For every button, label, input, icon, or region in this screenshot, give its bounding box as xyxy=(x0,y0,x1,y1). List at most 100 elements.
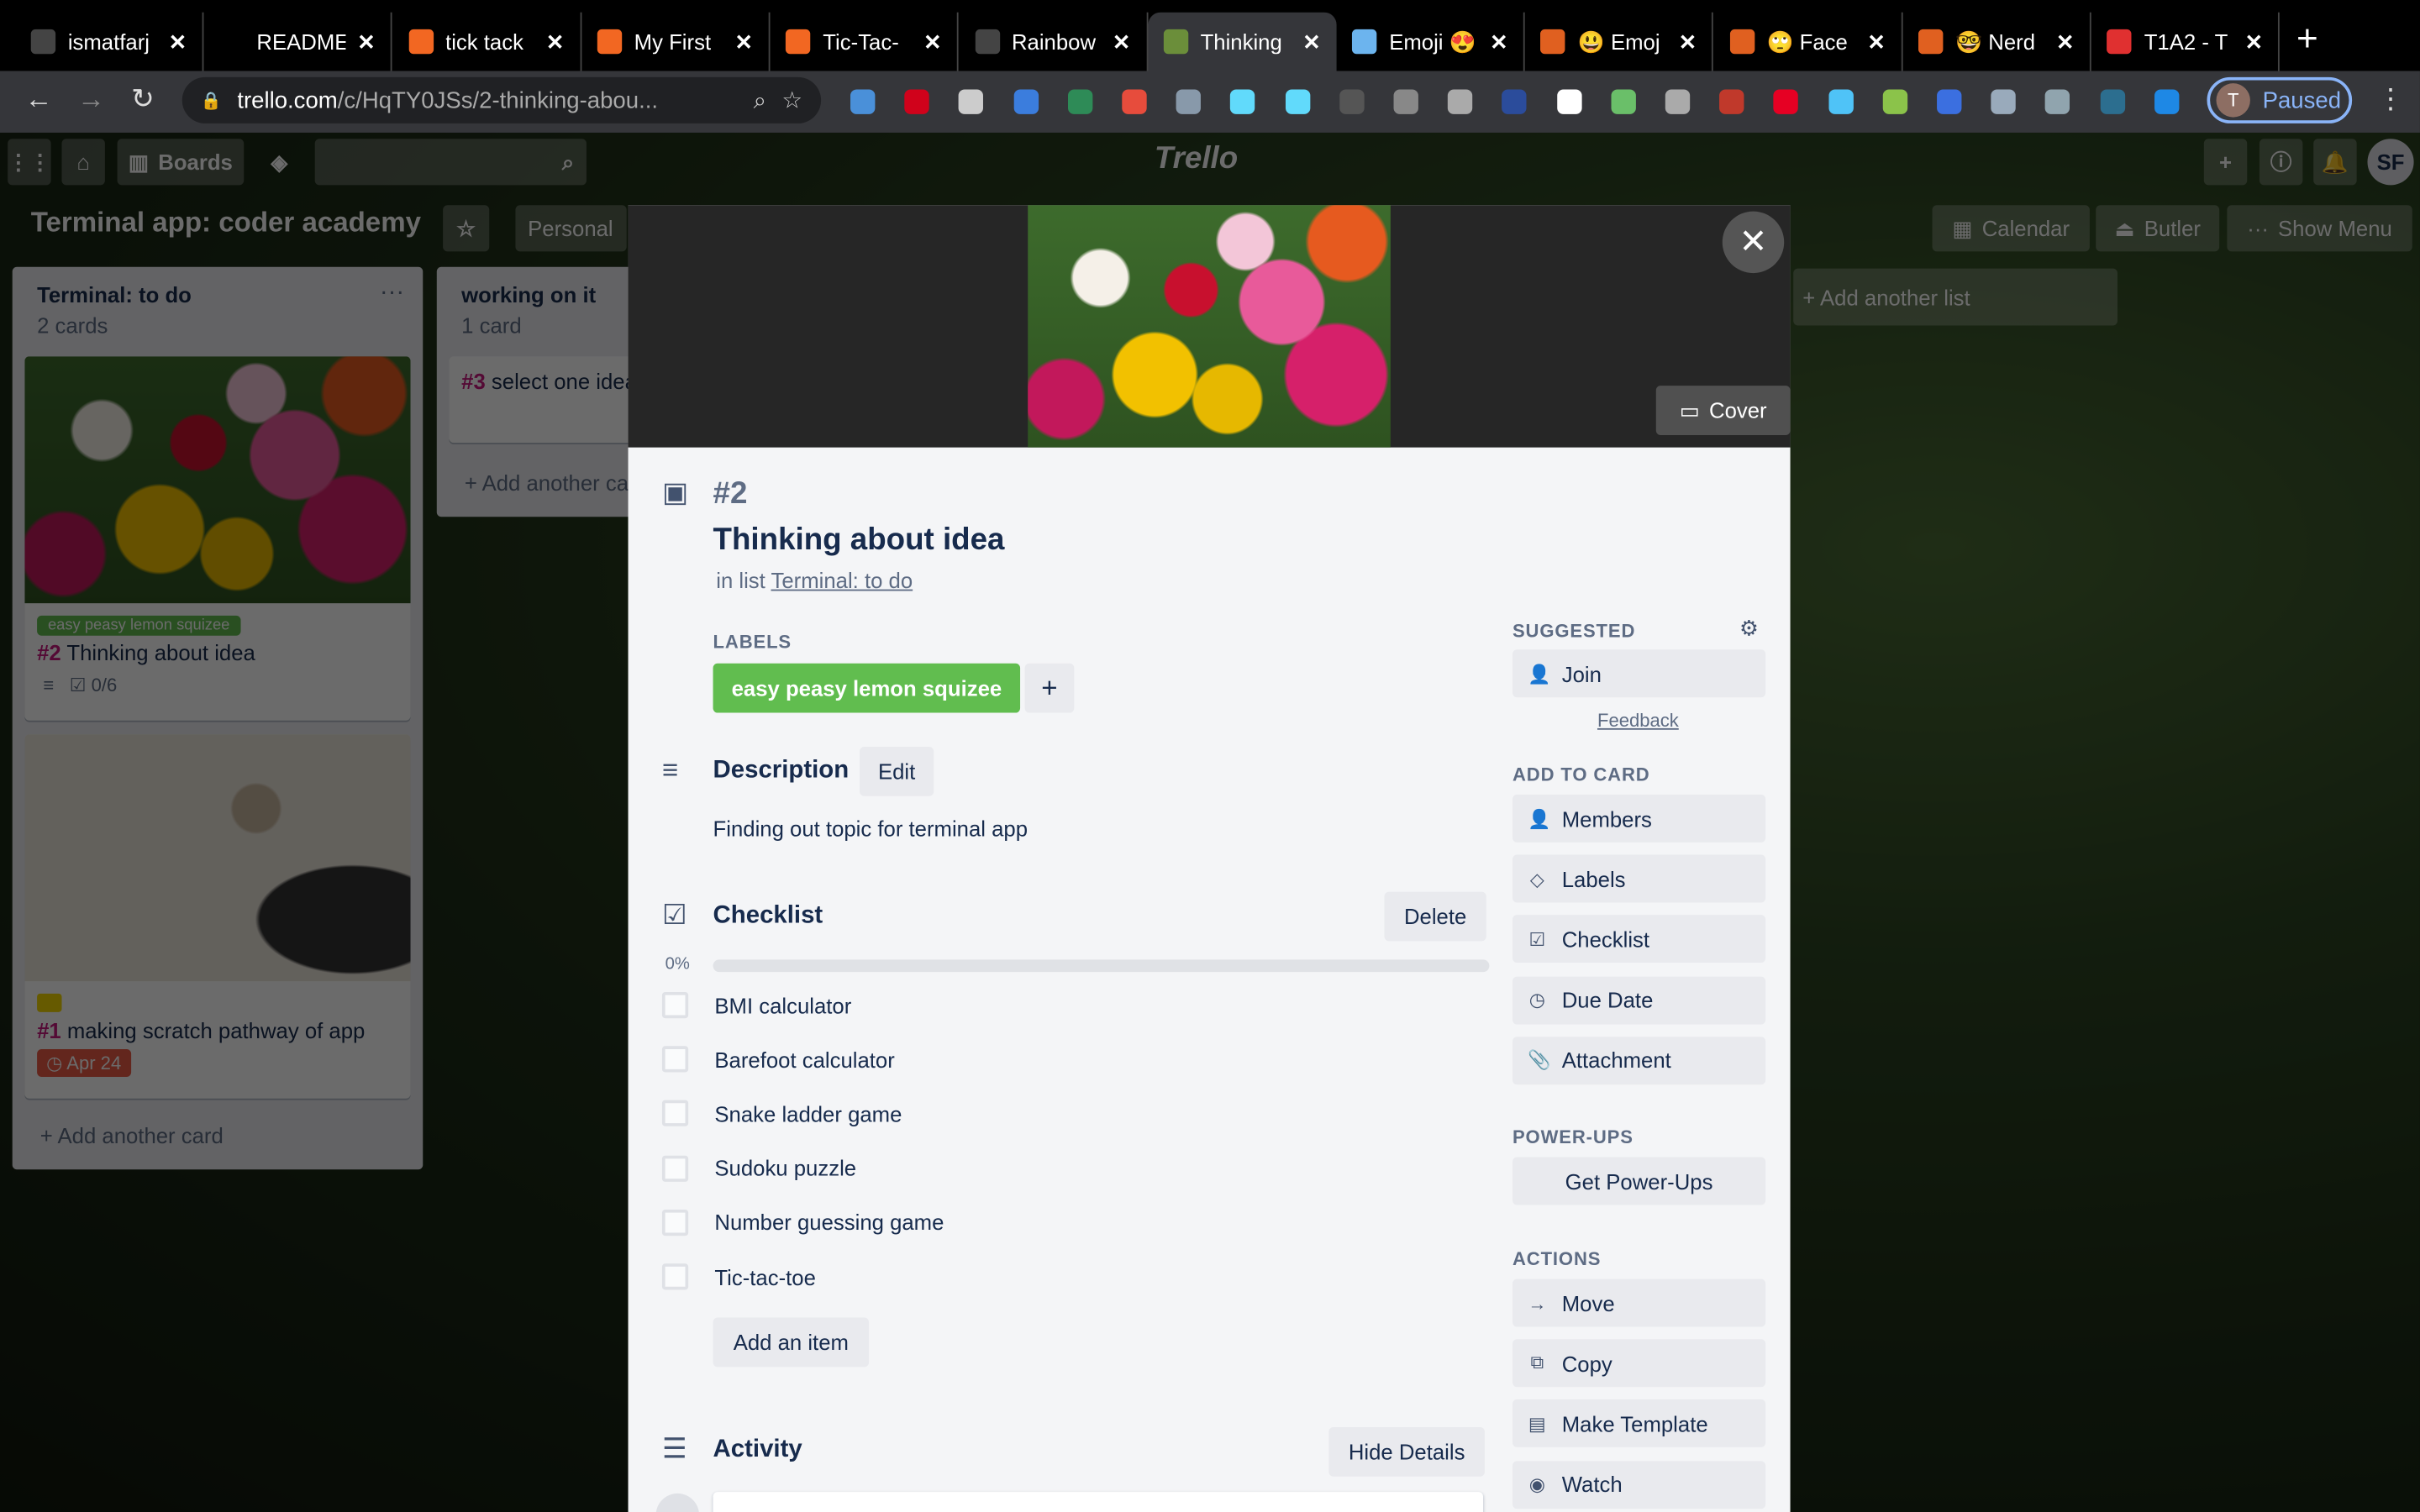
extension-icon[interactable] xyxy=(1176,89,1202,114)
browser-tab[interactable]: Rainbow ✕ xyxy=(960,12,1148,71)
bookmark-star-icon[interactable]: ☆ xyxy=(781,87,802,114)
delete-checklist-button[interactable]: Delete xyxy=(1384,891,1486,942)
checklist-item[interactable]: Tic-tac-toe xyxy=(661,1263,816,1290)
close-tab-icon[interactable]: ✕ xyxy=(1113,29,1131,55)
member-avatar[interactable]: SF xyxy=(2367,139,2414,186)
list-title[interactable]: Terminal: to do xyxy=(13,267,424,307)
browser-tab[interactable]: README ✕ xyxy=(204,12,393,71)
browser-tab[interactable]: T1A2 - T ✕ xyxy=(2091,12,2281,71)
card-1[interactable]: #1 making scratch pathway of app ◷ Apr 2… xyxy=(24,734,411,1099)
list-link[interactable]: Terminal: to do xyxy=(771,568,913,592)
apps-icon[interactable]: ⋮⋮ xyxy=(8,139,51,186)
close-tab-icon[interactable]: ✕ xyxy=(1490,29,1508,55)
extension-icon[interactable] xyxy=(1230,89,1255,114)
extension-icon[interactable] xyxy=(1502,89,1528,114)
visibility-button[interactable]: Personal xyxy=(515,205,627,252)
checkbox[interactable] xyxy=(661,991,689,1019)
card-2[interactable]: easy peasy lemon squizee #2 Thinking abo… xyxy=(24,356,411,721)
extension-icon[interactable] xyxy=(1828,89,1854,114)
close-tab-icon[interactable]: ✕ xyxy=(735,29,754,55)
extension-icon[interactable] xyxy=(2100,89,2125,114)
zoom-icon[interactable]: ⌕ xyxy=(754,87,766,113)
close-tab-icon[interactable]: ✕ xyxy=(2245,29,2264,55)
sidebar-attachment-button[interactable]: 📎 Attachment xyxy=(1512,1036,1766,1084)
get-power-ups-button[interactable]: Get Power-Ups xyxy=(1512,1157,1766,1205)
extension-icon[interactable] xyxy=(1448,89,1473,114)
checklist-item[interactable]: Snake ladder game xyxy=(661,1100,902,1127)
sidebar-labels-button[interactable]: ◇ Labels xyxy=(1512,854,1766,903)
checkbox[interactable] xyxy=(661,1263,689,1290)
card-title[interactable]: Thinking about idea xyxy=(713,523,1005,559)
menu-icon[interactable]: ⋮ xyxy=(2377,83,2405,116)
sidebar-due-date-button[interactable]: ◷ Due Date xyxy=(1512,975,1766,1024)
sidebar-move-button[interactable]: → Move xyxy=(1512,1278,1766,1327)
extension-icon[interactable] xyxy=(1937,89,1962,114)
forward-icon[interactable]: → xyxy=(77,83,105,116)
create-icon[interactable]: + xyxy=(2203,139,2248,186)
star-icon[interactable]: ☆ xyxy=(443,205,490,252)
browser-tab[interactable]: 😃 Emoj ✕ xyxy=(1525,12,1714,71)
extension-icon[interactable] xyxy=(1393,89,1418,114)
browser-tab[interactable]: Tic-Tac- ✕ xyxy=(771,12,959,71)
gear-icon[interactable]: ⚙ xyxy=(1739,616,1759,642)
close-icon[interactable]: ✕ xyxy=(1722,211,1785,274)
sidebar-checklist-button[interactable]: ☑ Checklist xyxy=(1512,915,1766,963)
extension-icon[interactable] xyxy=(2045,89,2070,114)
home-icon[interactable]: ⌂ xyxy=(61,139,105,186)
browser-tab[interactable]: ismatfarj ✕ xyxy=(15,12,204,71)
close-tab-icon[interactable]: ✕ xyxy=(1302,29,1321,55)
boards-button[interactable]: ▥ Boards xyxy=(117,139,245,186)
add-card-button[interactable]: + Add another card xyxy=(465,470,648,495)
extension-icon[interactable] xyxy=(1774,89,1799,114)
browser-tab[interactable]: 🤓 Nerd ✕ xyxy=(1903,12,2091,71)
close-tab-icon[interactable]: ✕ xyxy=(923,29,942,55)
edit-description-button[interactable]: Edit xyxy=(860,746,934,796)
extension-icon[interactable] xyxy=(1882,89,1907,114)
checklist-item[interactable]: BMI calculator xyxy=(661,991,851,1019)
sidebar-members-button[interactable]: 👤 Members xyxy=(1512,794,1766,843)
close-tab-icon[interactable]: ✕ xyxy=(2056,29,2075,55)
extension-icon[interactable] xyxy=(1991,89,2017,114)
checkbox[interactable] xyxy=(661,1154,689,1182)
label-chip[interactable]: easy peasy lemon squizee xyxy=(713,663,1021,713)
calendar-button[interactable]: ▦ Calendar xyxy=(1932,205,2090,252)
join-button[interactable]: 👤 Join xyxy=(1512,649,1766,698)
add-label-icon[interactable]: + xyxy=(1024,663,1075,713)
extension-icon[interactable] xyxy=(1122,89,1147,114)
extension-icon[interactable] xyxy=(1339,89,1365,114)
checklist-item[interactable]: Sudoku puzzle xyxy=(661,1154,856,1182)
add-card-button[interactable]: + Add another card xyxy=(40,1123,224,1147)
new-tab-button[interactable]: + xyxy=(2296,18,2318,61)
extension-icon[interactable] xyxy=(1285,89,1310,114)
add-item-button[interactable]: Add an item xyxy=(713,1317,870,1368)
search-input[interactable]: ⌕ xyxy=(314,139,587,186)
trello-logo[interactable]: Trello xyxy=(1155,142,1238,177)
extension-icon[interactable] xyxy=(904,89,930,114)
tag-icon[interactable]: ◈ xyxy=(256,139,302,185)
show-menu-button[interactable]: ··· Show Menu xyxy=(2227,205,2412,252)
browser-tab[interactable]: Thinking ✕ xyxy=(1148,12,1337,71)
browser-tab[interactable]: 🙄 Face ✕ xyxy=(1714,12,1903,71)
info-icon[interactable]: ⓘ xyxy=(2259,139,2303,186)
extension-icon[interactable] xyxy=(2154,89,2180,114)
comment-input[interactable] xyxy=(713,1492,1484,1512)
close-tab-icon[interactable]: ✕ xyxy=(357,29,376,55)
sidebar-make-template-button[interactable]: ▤ Make Template xyxy=(1512,1399,1766,1448)
back-icon[interactable]: ← xyxy=(24,83,52,116)
extension-icon[interactable] xyxy=(1611,89,1636,114)
browser-tab[interactable]: My First ✕ xyxy=(581,12,771,71)
butler-button[interactable]: ⏏ Butler xyxy=(2096,205,2220,252)
browser-tab[interactable]: tick tack ✕ xyxy=(393,12,581,71)
extension-icon[interactable] xyxy=(1719,89,1744,114)
extension-icon[interactable] xyxy=(850,89,876,114)
notifications-icon[interactable]: 🔔 xyxy=(2313,139,2357,186)
extension-icon[interactable] xyxy=(1067,89,1093,114)
checklist-item[interactable]: Barefoot calculator xyxy=(661,1046,895,1073)
feedback-link[interactable]: Feedback xyxy=(1597,710,1679,732)
checkbox[interactable] xyxy=(661,1209,689,1236)
close-tab-icon[interactable]: ✕ xyxy=(546,29,565,55)
address-bar[interactable]: 🔒 trello.com/c/HqTY0JSs/2-thinking-abou.… xyxy=(182,76,822,123)
extension-icon[interactable] xyxy=(959,89,984,114)
extension-icon[interactable] xyxy=(1013,89,1039,114)
add-list-button[interactable]: + Add another list xyxy=(1793,268,2118,326)
